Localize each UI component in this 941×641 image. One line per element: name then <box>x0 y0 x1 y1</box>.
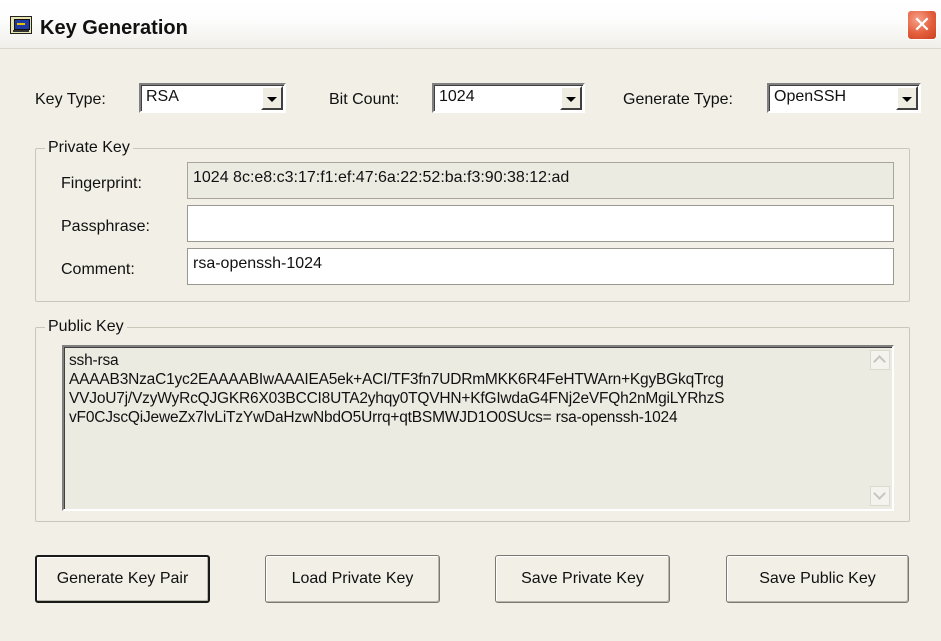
scroll-up-icon[interactable] <box>870 350 890 370</box>
comment-field[interactable]: rsa-openssh-1024 <box>187 248 894 285</box>
chevron-down-icon[interactable] <box>560 86 582 110</box>
scroll-down-icon[interactable] <box>870 486 890 506</box>
key-type-label: Key Type: <box>35 91 106 108</box>
comment-label: Comment: <box>61 261 135 278</box>
passphrase-label: Passphrase: <box>61 218 150 235</box>
fingerprint-label: Fingerprint: <box>61 175 142 192</box>
vertical-scrollbar[interactable] <box>869 348 891 508</box>
chevron-down-icon[interactable] <box>261 86 283 110</box>
window-title: Key Generation <box>40 17 188 39</box>
title-bar[interactable]: Key Generation ✕ <box>0 0 941 49</box>
public-key-legend: Public Key <box>45 317 127 337</box>
save-private-key-button[interactable]: Save Private Key <box>495 555 670 603</box>
key-type-select[interactable]: RSA <box>139 83 286 113</box>
generate-type-value: OpenSSH <box>774 88 847 105</box>
comment-value: rsa-openssh-1024 <box>193 255 322 272</box>
fingerprint-value: 1024 8c:e8:c3:17:f1:ef:47:6a:22:52:ba:f3… <box>193 169 570 186</box>
load-private-key-button[interactable]: Load Private Key <box>265 555 440 603</box>
fingerprint-field[interactable]: 1024 8c:e8:c3:17:f1:ef:47:6a:22:52:ba:f3… <box>187 162 894 199</box>
public-key-textarea[interactable]: ssh-rsa AAAAB3NzaC1yc2EAAAABIwAAAIEA5ek+… <box>62 345 894 511</box>
close-icon[interactable]: ✕ <box>907 10 937 40</box>
generate-type-select[interactable]: OpenSSH <box>767 83 921 113</box>
public-key-value: ssh-rsa AAAAB3NzaC1yc2EAAAABIwAAAIEA5ek+… <box>69 352 725 426</box>
terminal-app-icon <box>10 16 32 34</box>
save-public-key-button[interactable]: Save Public Key <box>726 555 909 603</box>
private-key-legend: Private Key <box>45 138 133 158</box>
chevron-down-icon[interactable] <box>896 86 918 110</box>
bit-count-label: Bit Count: <box>329 91 400 108</box>
passphrase-field[interactable] <box>187 205 894 242</box>
generate-type-label: Generate Type: <box>623 91 733 108</box>
bit-count-select[interactable]: 1024 <box>432 83 585 113</box>
key-generation-window: Key Generation ✕ Key Type: RSA Bit Count… <box>0 0 941 641</box>
key-type-value: RSA <box>146 88 179 105</box>
generate-key-pair-button[interactable]: Generate Key Pair <box>35 555 210 603</box>
bit-count-value: 1024 <box>439 88 475 105</box>
